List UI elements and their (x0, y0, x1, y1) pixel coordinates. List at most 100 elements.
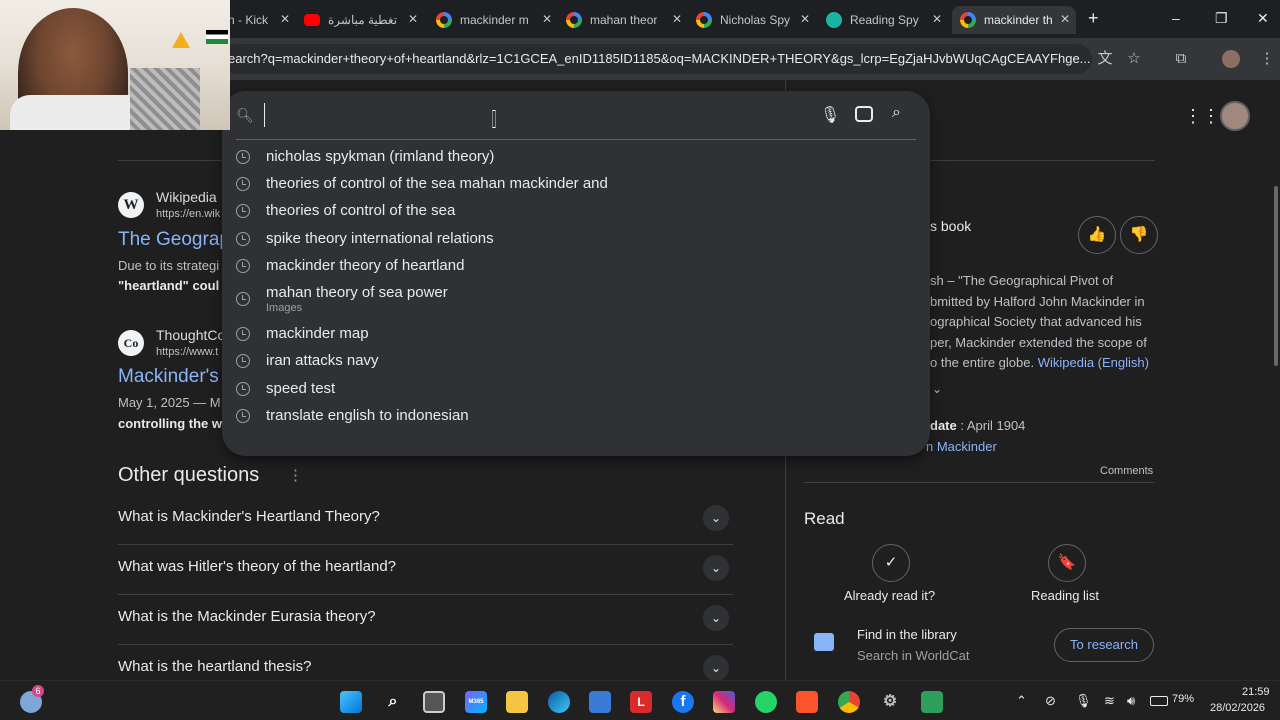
comments-link[interactable]: Comments (1100, 465, 1153, 477)
tab-mackinder-m[interactable]: mackinder m ✕ (436, 6, 558, 34)
whatsapp-icon[interactable] (755, 691, 777, 713)
more-options-icon[interactable]: ⋮ (288, 466, 303, 484)
search-input[interactable] (264, 103, 804, 127)
google-icon (436, 12, 452, 28)
tab-kick[interactable]: n - Kick ✕ (228, 6, 296, 34)
panel-description: sh – "The Geographical Pivot of bmitted … (930, 271, 1165, 374)
suggestion-text: speed test (266, 380, 336, 397)
tab-nicholas-spykman[interactable]: Nicholas Spy ✕ (696, 6, 816, 34)
webcam-overlay (0, 0, 230, 130)
tab-title: Reading Spy (850, 13, 919, 27)
file-explorer-icon[interactable] (506, 691, 528, 713)
microphone-icon[interactable]: 🎙︎ (820, 105, 840, 125)
result-title-link[interactable]: The Geograp (118, 229, 230, 251)
result-url[interactable]: https://www.t (156, 346, 218, 358)
facebook-icon[interactable]: f (672, 691, 694, 713)
close-window-button[interactable]: ✕ (1257, 10, 1269, 27)
thumbs-up-icon[interactable]: 👍 (1078, 216, 1116, 254)
instagram-icon[interactable] (713, 691, 735, 713)
microphone-tray-icon[interactable]: 🎙︎ (1075, 693, 1092, 709)
expand-chevron-icon[interactable]: ⌄ (932, 382, 942, 396)
checkmark-icon[interactable]: ✓ (872, 544, 910, 582)
store-icon[interactable] (589, 691, 611, 713)
m365-icon[interactable]: M365 (465, 691, 487, 713)
tab-mackinder-theory[interactable]: mackinder th ✕ (952, 6, 1076, 34)
address-bar[interactable]: earch?q=mackinder+theory+of+heartland&rl… (222, 44, 1092, 74)
text-cursor-icon (492, 110, 496, 128)
history-clock-icon (236, 204, 250, 218)
suggestion-subtext: Images (266, 302, 303, 314)
bookmark-star-icon[interactable]: ☆ (1125, 50, 1143, 68)
chevron-down-icon[interactable]: ⌄ (703, 605, 729, 631)
search-submit-icon[interactable]: ⌕ (892, 104, 901, 122)
mute-icon[interactable]: ⊘ (1045, 693, 1056, 709)
clock-time[interactable]: 21:59 (1242, 686, 1270, 698)
question-row[interactable]: What is the Mackinder Eurasia theory? ⌄ (118, 595, 733, 645)
tab-youtube[interactable]: تغطية مباشرة ✕ (304, 6, 424, 34)
tab-reading-spykman[interactable]: Reading Spy ✕ (826, 6, 948, 34)
flag-icon (206, 30, 228, 44)
tab-title: mackinder m (460, 13, 529, 27)
chevron-down-icon[interactable]: ⌄ (703, 505, 729, 531)
thumbs-down-icon[interactable]: 👎 (1120, 216, 1158, 254)
find-library-label: Find in the library (857, 627, 957, 642)
close-tab-icon[interactable]: ✕ (1060, 12, 1070, 26)
question-text: What was Hitler's theory of the heartlan… (118, 558, 396, 575)
minimize-button[interactable]: – (1172, 10, 1180, 26)
search-taskbar-icon[interactable]: ⌕ (382, 691, 404, 713)
volume-icon[interactable]: 🔊︎ (1127, 693, 1135, 709)
description-line: o the entire globe. Wikipedia (English) (930, 353, 1165, 374)
page-scrollbar[interactable] (1272, 80, 1280, 680)
result-url[interactable]: https://en.wik (156, 208, 220, 220)
history-clock-icon (236, 327, 250, 341)
description-line: per, Mackinder extended the scope of (930, 334, 1147, 350)
close-tab-icon[interactable]: ✕ (672, 12, 682, 26)
question-row[interactable]: What is Mackinder's Heartland Theory? ⌄ (118, 495, 733, 545)
profile-avatar[interactable] (1222, 50, 1240, 68)
search-suggestions-dropdown: 🔍︎ 🎙︎ ⌕ nicholas spykman (rimland theory… (222, 91, 930, 456)
close-tab-icon[interactable]: ✕ (800, 12, 810, 26)
suggestion-text: nicholas spykman (rimland theory) (266, 148, 495, 165)
description-line: ographical Society that advanced his (930, 314, 1142, 330)
history-clock-icon (236, 292, 250, 306)
close-tab-icon[interactable]: ✕ (542, 12, 552, 26)
dropdown-divider (236, 139, 916, 140)
suggestion-text: theories of control of the sea (266, 202, 456, 219)
edge-icon[interactable] (548, 691, 570, 713)
result-title-link[interactable]: Mackinder's (118, 366, 219, 388)
translate-icon[interactable]: 文 (1096, 50, 1114, 68)
to-research-button[interactable]: To research (1054, 628, 1154, 662)
tray-overflow-icon[interactable]: ⌃ (1016, 693, 1027, 709)
chrome-icon[interactable] (838, 691, 860, 713)
question-row[interactable]: What was Hitler's theory of the heartlan… (118, 545, 733, 595)
close-tab-icon[interactable]: ✕ (932, 12, 942, 26)
youtube-icon (304, 14, 320, 26)
task-view-icon[interactable] (423, 691, 445, 713)
account-avatar[interactable] (1220, 101, 1250, 131)
l-app-icon[interactable]: L (630, 691, 652, 713)
battery-icon[interactable] (1150, 696, 1168, 706)
author-link[interactable]: n Mackinder (926, 439, 997, 454)
clock-date[interactable]: 28/02/2026 (1210, 702, 1265, 714)
wikipedia-link[interactable]: Wikipedia (English) (1038, 355, 1149, 370)
windows-start-icon[interactable] (340, 691, 362, 713)
chevron-down-icon[interactable]: ⌄ (703, 555, 729, 581)
bookmark-icon[interactable]: 🔖 (1048, 544, 1086, 582)
tab-mahan-theory[interactable]: mahan theor ✕ (566, 6, 688, 34)
scrollbar-thumb[interactable] (1274, 186, 1278, 366)
extensions-icon[interactable]: ⧉ (1172, 50, 1190, 68)
google-icon (696, 12, 712, 28)
google-apps-icon[interactable]: ⋮⋮ (1184, 106, 1220, 127)
lens-camera-icon[interactable] (855, 106, 873, 122)
close-tab-icon[interactable]: ✕ (280, 12, 290, 26)
restore-button[interactable]: ❐ (1215, 10, 1228, 27)
new-tab-button[interactable]: + (1088, 8, 1099, 29)
xbox-game-icon[interactable] (921, 691, 943, 713)
worldcat-label: Search in WorldCat (857, 648, 970, 663)
brave-icon[interactable] (796, 691, 818, 713)
wifi-icon[interactable]: ≋ (1104, 693, 1115, 709)
settings-icon[interactable]: ⚙ (879, 691, 901, 713)
chevron-down-icon[interactable]: ⌄ (703, 655, 729, 681)
close-tab-icon[interactable]: ✕ (408, 12, 418, 26)
menu-icon[interactable]: ⋮ (1258, 50, 1276, 68)
